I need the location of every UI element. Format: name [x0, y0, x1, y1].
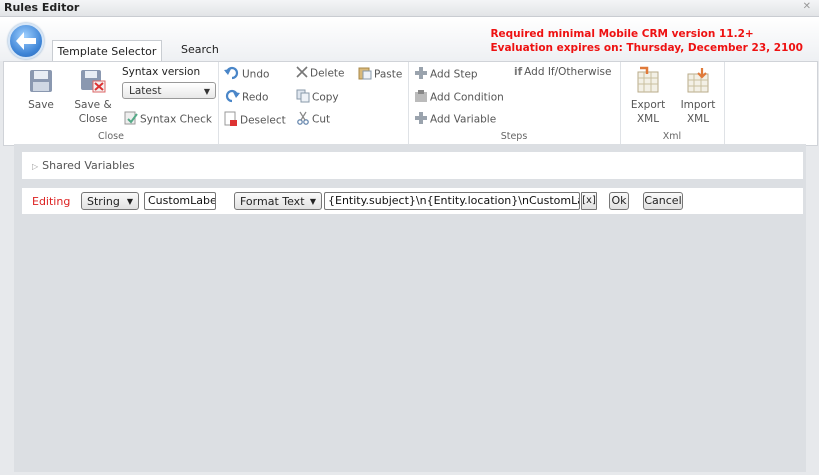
shared-variables-panel[interactable]: ▷ Shared Variables [22, 152, 803, 179]
save-label: Save [28, 99, 54, 111]
add-variable-button[interactable]: Add Variable [414, 111, 496, 128]
export-xml-icon [637, 66, 659, 93]
syntax-check-button[interactable]: Syntax Check [124, 111, 212, 128]
floppy-disk-icon [30, 70, 52, 92]
export-xml-button[interactable]: Export XML [626, 66, 670, 126]
delete-button[interactable]: Delete [296, 66, 345, 81]
undo-button[interactable]: Undo [224, 66, 269, 83]
chevron-down-icon: ▼ [203, 87, 210, 96]
delete-icon [296, 66, 308, 81]
import-xml-button[interactable]: Import XML [676, 66, 720, 126]
steps-group: Add Step Add Condition Add Variable if Ad… [408, 62, 621, 144]
add-step-label: Add Step [430, 68, 478, 81]
syntax-check-icon [124, 111, 138, 128]
syntax-version-label: Syntax version [122, 66, 201, 78]
add-variable-icon [414, 111, 428, 128]
copy-button[interactable]: Copy [296, 89, 339, 106]
insert-variable-button[interactable]: [x] [581, 192, 597, 210]
expression-input[interactable]: {Entity.subject}\n{Entity.location}\nCus… [324, 192, 580, 210]
ok-button[interactable]: Ok [609, 192, 629, 210]
function-dropdown[interactable]: Format Text ▼ [234, 192, 322, 210]
tab-template-selector[interactable]: Template Selector [52, 40, 162, 62]
save-close-label-1: Save & [74, 99, 112, 111]
close-icon[interactable]: ✕ [803, 1, 811, 12]
edit-group: Undo Redo Deselect Delete Copy Cut Paste [218, 62, 409, 144]
xml-group: Export XML Import XML Xml [620, 62, 725, 144]
syntax-check-label: Syntax Check [140, 113, 212, 126]
add-condition-icon [414, 89, 428, 106]
deselect-button[interactable]: Deselect [224, 111, 286, 130]
back-arrow-icon [16, 32, 36, 50]
import-label-1: Import [680, 99, 716, 111]
redo-icon [224, 89, 240, 106]
add-variable-label: Add Variable [430, 113, 497, 126]
tab-search[interactable]: Search [181, 39, 219, 61]
function-value: Format Text [240, 195, 305, 208]
add-if-otherwise-button[interactable]: if Add If/Otherwise [514, 66, 611, 78]
deselect-label: Deselect [240, 114, 286, 127]
close-group: Save Save & Close Syntax version Latest … [4, 62, 219, 144]
undo-icon [224, 66, 240, 83]
cancel-button[interactable]: Cancel [643, 192, 683, 210]
export-label-2: XML [636, 113, 660, 125]
syntax-version-value: Latest [129, 85, 162, 97]
editor-row: Editing String ▼ CustomLabel Format Text… [22, 188, 803, 214]
chevron-down-icon: ▼ [126, 197, 133, 206]
redo-button[interactable]: Redo [224, 89, 268, 106]
import-label-2: XML [686, 113, 710, 125]
undo-label: Undo [242, 68, 270, 81]
notice-min-version: Required minimal Mobile CRM version 11.2… [490, 28, 754, 40]
editing-label: Editing [32, 195, 71, 208]
chevron-down-icon: ▼ [309, 197, 316, 206]
version-notice: Required minimal Mobile CRM version 11.2… [490, 27, 803, 55]
paste-label: Paste [374, 68, 403, 81]
add-if-icon: if [514, 66, 523, 78]
save-close-icon [81, 70, 106, 93]
delete-label: Delete [310, 67, 345, 80]
redo-label: Redo [242, 91, 269, 104]
close-group-label: Close [98, 131, 124, 142]
shared-variables-label: Shared Variables [42, 159, 135, 172]
add-step-button[interactable]: Add Step [414, 66, 478, 83]
cut-button[interactable]: Cut [296, 111, 330, 128]
ribbon-toolbar: Save Save & Close Syntax version Latest … [3, 61, 818, 146]
steps-group-label: Steps [500, 131, 528, 142]
header: Template Selector Search Required minima… [0, 17, 819, 62]
window-titlebar: Rules Editor ✕ [0, 0, 819, 17]
add-condition-button[interactable]: Add Condition [414, 89, 504, 106]
add-if-label: Add If/Otherwise [524, 66, 612, 78]
cut-label: Cut [312, 113, 331, 126]
name-input[interactable]: CustomLabel [144, 192, 216, 210]
save-close-label-2: Close [78, 113, 108, 125]
deselect-icon [224, 111, 238, 130]
type-value: String [87, 195, 120, 208]
scissors-icon [296, 111, 310, 128]
back-button[interactable] [8, 23, 44, 59]
import-xml-icon [687, 68, 709, 93]
save-close-button[interactable]: Save & Close [70, 68, 116, 126]
copy-label: Copy [312, 91, 339, 104]
main-content: ▷ Shared Variables Editing String ▼ Custo… [14, 144, 806, 472]
save-button[interactable]: Save [18, 68, 64, 112]
paste-icon [358, 66, 372, 83]
copy-icon [296, 89, 310, 106]
paste-button[interactable]: Paste [358, 66, 402, 83]
window-title: Rules Editor [4, 1, 80, 14]
expand-triangle-icon[interactable]: ▷ [32, 153, 38, 180]
notice-evaluation: Evaluation expires on: Thursday, Decembe… [490, 42, 803, 54]
export-label-1: Export [630, 99, 666, 111]
add-condition-label: Add Condition [430, 91, 504, 104]
xml-group-label: Xml [662, 131, 682, 142]
add-step-icon [414, 66, 428, 83]
type-dropdown[interactable]: String ▼ [81, 192, 139, 210]
syntax-version-select[interactable]: Latest ▼ [122, 82, 216, 99]
